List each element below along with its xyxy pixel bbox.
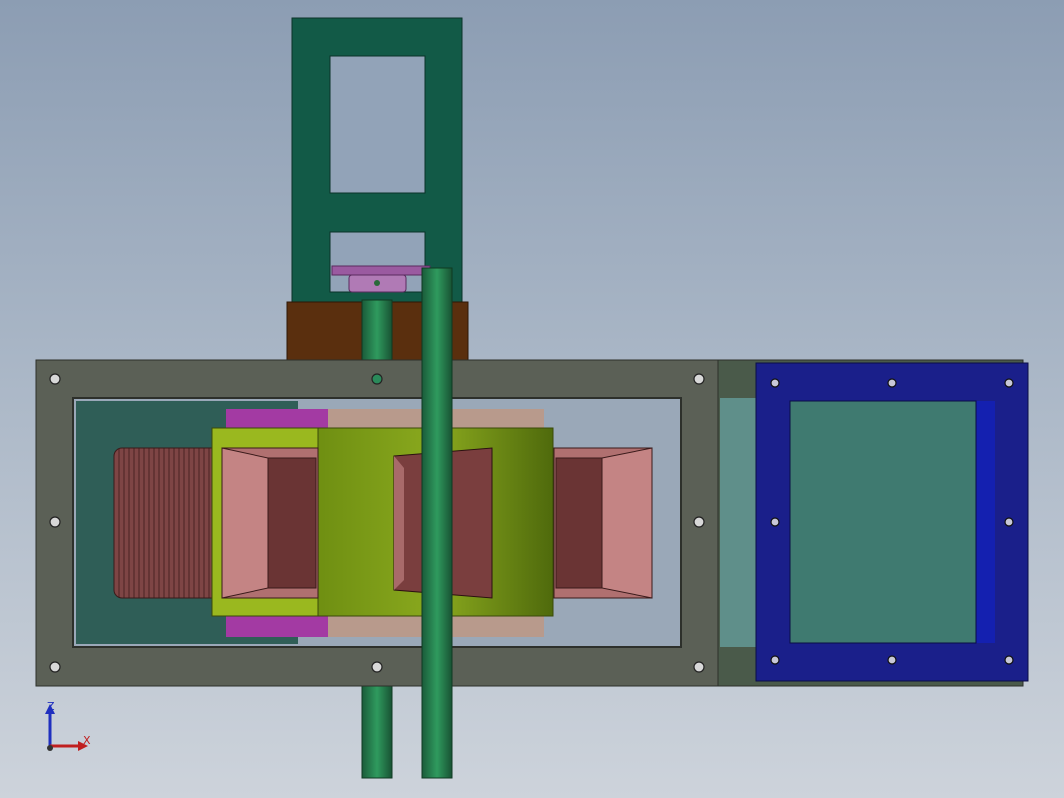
- x-axis-label: X: [83, 734, 91, 747]
- shaft-right[interactable]: [421, 267, 453, 779]
- outlet-flange[interactable]: [755, 362, 1029, 682]
- bolt-hole: [693, 373, 705, 385]
- coordinate-triad: Z X: [45, 700, 91, 751]
- cone-left[interactable]: [221, 447, 319, 599]
- bolt-hole: [887, 378, 897, 388]
- bolt-hole: [1004, 655, 1014, 665]
- bolt-hole: [770, 517, 780, 527]
- bolt-hole: [693, 516, 705, 528]
- cad-viewport[interactable]: [0, 0, 1064, 798]
- bolt-hole: [693, 661, 705, 673]
- bolt-hole: [887, 655, 897, 665]
- tower-window-upper: [329, 55, 426, 194]
- bolt-hole: [371, 661, 383, 673]
- outlet-panel: [789, 400, 977, 644]
- bolt-hole: [1004, 378, 1014, 388]
- bolt-hole: [1004, 517, 1014, 527]
- bolt-hole: [770, 655, 780, 665]
- cone-right[interactable]: [553, 447, 653, 599]
- bolt-hole: [371, 373, 383, 385]
- bolt-hole: [49, 661, 61, 673]
- spring-coil[interactable]: [113, 447, 225, 599]
- z-axis-label: Z: [47, 700, 55, 713]
- bolt-hole: [770, 378, 780, 388]
- bolt-hole: [49, 516, 61, 528]
- bolt-hole: [49, 373, 61, 385]
